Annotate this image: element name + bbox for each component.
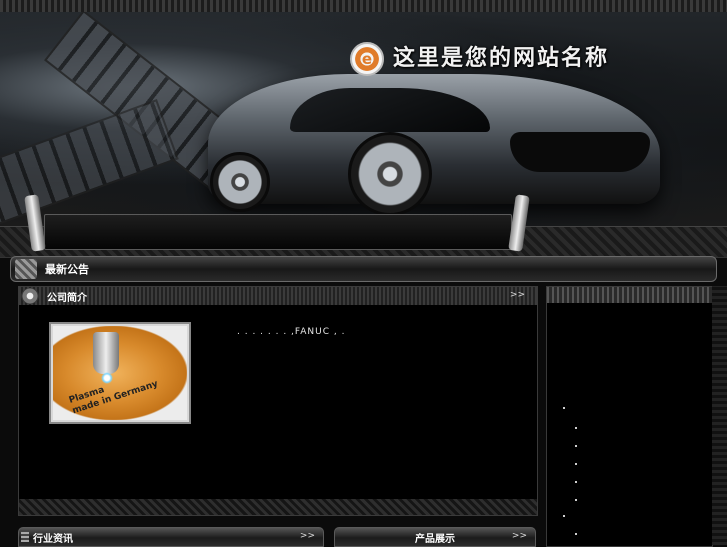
disc-icon <box>21 288 39 304</box>
sidebar-header <box>547 287 712 303</box>
list-bullet <box>575 463 577 465</box>
tab-products[interactable]: 产品展示 >> <box>334 527 536 547</box>
car-front-wheel <box>348 132 432 216</box>
product-image-frame[interactable]: Plasma made in Germany <box>49 322 191 424</box>
panel-footer <box>19 499 537 515</box>
more-link[interactable]: >> <box>512 531 527 541</box>
tab-industry-news[interactable]: 行业资讯 >> <box>18 527 324 547</box>
site-name[interactable]: 这里是您的网站名称 <box>393 40 609 72</box>
list-bullet <box>575 445 577 447</box>
notice-icon <box>15 259 37 279</box>
list-bullet <box>575 427 577 429</box>
list-bullet <box>575 533 577 535</box>
right-sidebar <box>546 286 713 547</box>
notice-bar: 最新公告 <box>10 256 717 282</box>
list-bullet <box>575 481 577 483</box>
image-caption: Plasma made in Germany <box>68 369 160 418</box>
intro-text: . . . . . . . ,FANUC , . <box>237 327 346 337</box>
grip-icon <box>21 530 29 542</box>
list-bullet <box>575 499 577 501</box>
logo-glyph: e <box>361 50 373 68</box>
car-rear-wheel <box>210 152 270 212</box>
top-strip <box>0 0 727 12</box>
header-banner: e 这里是您的网站名称 <box>0 12 727 226</box>
list-bullet <box>563 407 565 409</box>
notice-title: 最新公告 <box>45 263 89 276</box>
list-bullet <box>563 515 565 517</box>
tab-label: 行业资讯 <box>33 533 73 545</box>
site-logo-icon[interactable]: e <box>350 42 384 76</box>
company-intro-panel: 公司简介 >> Plasma made in Germany . . . . .… <box>18 286 538 516</box>
plasma-product-image: Plasma made in Germany <box>53 326 187 420</box>
tab-label: 产品展示 <box>415 533 455 545</box>
navigation-bar[interactable] <box>44 214 512 250</box>
panel-header: 公司简介 >> <box>19 287 537 305</box>
more-link[interactable]: >> <box>300 531 315 541</box>
more-link[interactable]: >> <box>510 290 525 300</box>
plasma-torch <box>93 332 119 374</box>
car-grille <box>510 132 650 172</box>
right-edge-decoration <box>712 286 727 545</box>
panel-title: 公司简介 <box>47 292 87 304</box>
